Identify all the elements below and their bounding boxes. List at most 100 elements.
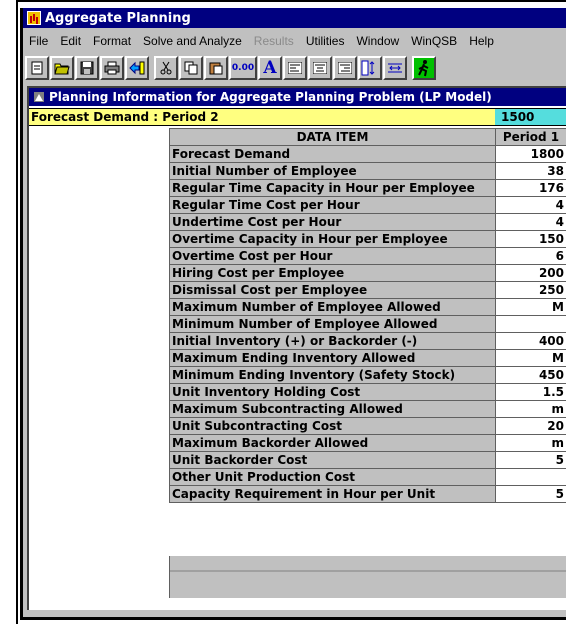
print-button[interactable] xyxy=(100,56,124,80)
period-1-header[interactable]: Period 1 xyxy=(495,128,566,146)
data-item-label: Unit Backorder Cost xyxy=(169,451,496,469)
period-1-cell[interactable] xyxy=(495,315,566,333)
data-item-label: Initial Inventory (+) or Backorder (-) xyxy=(169,332,496,350)
menu-solve-and-analyze[interactable]: Solve and Analyze xyxy=(137,34,248,48)
cut-button[interactable] xyxy=(154,56,178,80)
paste-button[interactable] xyxy=(204,56,228,80)
align-center-button[interactable] xyxy=(308,56,332,80)
period-1-cell[interactable]: 20 xyxy=(495,417,566,435)
data-item-label: Overtime Cost per Hour xyxy=(169,247,496,265)
cell-reference: Forecast Demand : Period 2 xyxy=(31,110,219,124)
cell-edit-bar: Forecast Demand : Period 2 1500 xyxy=(29,108,566,126)
menu-bar: File Edit Format Solve and Analyze Results Ut… xyxy=(23,30,566,52)
new-file-button[interactable] xyxy=(25,56,49,80)
menu-edit[interactable]: Edit xyxy=(54,34,87,48)
period-1-cell[interactable]: 400 xyxy=(495,332,566,350)
align-right-icon xyxy=(338,62,352,74)
period-1-cell[interactable]: 1800 xyxy=(495,145,566,163)
table-row: Maximum Number of Employee Allowed M xyxy=(169,298,566,316)
period-1-cell[interactable]: 4 xyxy=(495,196,566,214)
menu-help[interactable]: Help xyxy=(463,34,500,48)
table-row: Maximum Backorder Allowed m xyxy=(169,434,566,452)
period-1-cell[interactable]: 200 xyxy=(495,264,566,282)
table-row: Unit Backorder Cost 5 xyxy=(169,451,566,469)
period-1-cell[interactable] xyxy=(495,468,566,486)
table-row: Overtime Cost per Hour 6 xyxy=(169,247,566,265)
solve-run-icon xyxy=(418,60,429,77)
table-row: Dismissal Cost per Employee 250 xyxy=(169,281,566,299)
period-1-cell[interactable]: 5 xyxy=(495,451,566,469)
table-row: Capacity Requirement in Hour per Unit 5 xyxy=(169,485,566,503)
period-1-cell[interactable]: m xyxy=(495,400,566,418)
data-item-label: Minimum Ending Inventory (Safety Stock) xyxy=(169,366,496,384)
app-titlebar[interactable]: Aggregate Planning xyxy=(23,8,566,28)
planning-info-title: Planning Information for Aggregate Plann… xyxy=(49,90,492,104)
period-1-cell[interactable]: M xyxy=(495,298,566,316)
menu-winqsb[interactable]: WinQSB xyxy=(405,34,463,48)
period-1-cell[interactable]: m xyxy=(495,434,566,452)
data-item-label: Maximum Number of Employee Allowed xyxy=(169,298,496,316)
period-1-cell[interactable]: 150 xyxy=(495,230,566,248)
period-1-cell[interactable]: 38 xyxy=(495,162,566,180)
data-item-label: Initial Number of Employee xyxy=(169,162,496,180)
menu-window[interactable]: Window xyxy=(350,34,405,48)
period-1-cell[interactable]: 450 xyxy=(495,366,566,384)
save-button[interactable] xyxy=(75,56,99,80)
data-item-label: Maximum Backorder Allowed xyxy=(169,434,496,452)
table-row: Maximum Subcontracting Allowed m xyxy=(169,400,566,418)
table-row: Initial Number of Employee 38 xyxy=(169,162,566,180)
cell-value-input[interactable]: 1500 xyxy=(495,109,566,125)
planning-info-titlebar[interactable]: Planning Information for Aggregate Plann… xyxy=(29,88,566,106)
app-logo-icon xyxy=(27,11,41,25)
toolbar: 0.00 A xyxy=(25,54,566,82)
period-1-cell[interactable]: M xyxy=(495,349,566,367)
data-item-header[interactable]: DATA ITEM xyxy=(169,128,496,146)
switch-icon xyxy=(129,61,145,75)
align-right-button[interactable] xyxy=(333,56,357,80)
period-1-cell[interactable]: 5 xyxy=(495,485,566,503)
open-folder-icon xyxy=(54,63,70,75)
number-format-button[interactable]: 0.00 xyxy=(229,56,257,80)
table-row: Unit Inventory Holding Cost 1.5 xyxy=(169,383,566,401)
menu-results[interactable]: Results xyxy=(248,34,300,48)
table-row: Forecast Demand 1800 xyxy=(169,145,566,163)
menu-format[interactable]: Format xyxy=(87,34,137,48)
table-row: Hiring Cost per Employee 200 xyxy=(169,264,566,282)
align-left-button[interactable] xyxy=(283,56,307,80)
menu-utilities[interactable]: Utilities xyxy=(300,34,351,48)
copy-button[interactable] xyxy=(179,56,203,80)
planning-info-window: Planning Information for Aggregate Plann… xyxy=(27,86,566,610)
print-icon xyxy=(104,61,120,75)
period-1-cell[interactable]: 1.5 xyxy=(495,383,566,401)
period-1-cell[interactable]: 250 xyxy=(495,281,566,299)
data-item-label: Unit Subcontracting Cost xyxy=(169,417,496,435)
column-width-button[interactable] xyxy=(358,56,382,80)
table-row: Regular Time Capacity in Hour per Employ… xyxy=(169,179,566,197)
copy-icon xyxy=(184,61,198,75)
scrollbar-track[interactable] xyxy=(170,570,566,572)
data-item-label: Other Unit Production Cost xyxy=(169,468,496,486)
cut-icon xyxy=(160,61,172,75)
grid-empty-area xyxy=(169,556,566,598)
table-row: Minimum Ending Inventory (Safety Stock) 4… xyxy=(169,366,566,384)
menu-file[interactable]: File xyxy=(23,34,54,48)
switch-button[interactable] xyxy=(125,56,149,80)
period-1-cell[interactable]: 176 xyxy=(495,179,566,197)
data-item-label: Hiring Cost per Employee xyxy=(169,264,496,282)
font-button[interactable]: A xyxy=(258,56,282,80)
open-file-button[interactable] xyxy=(50,56,74,80)
period-1-cell[interactable]: 4 xyxy=(495,213,566,231)
data-item-label: Unit Inventory Holding Cost xyxy=(169,383,496,401)
data-item-label: Regular Time Capacity in Hour per Employ… xyxy=(169,179,496,197)
data-item-label: Maximum Ending Inventory Allowed xyxy=(169,349,496,367)
period-1-cell[interactable]: 6 xyxy=(495,247,566,265)
table-row: Maximum Ending Inventory Allowed M xyxy=(169,349,566,367)
row-height-button[interactable] xyxy=(383,56,407,80)
number-format-icon: 0.00 xyxy=(231,63,255,73)
solve-button[interactable] xyxy=(412,56,436,80)
font-icon: A xyxy=(263,58,277,78)
new-file-icon xyxy=(31,61,43,75)
table-row: Overtime Capacity in Hour per Employee 15… xyxy=(169,230,566,248)
grid-header-row: DATA ITEM Period 1 xyxy=(169,128,566,146)
table-row: Regular Time Cost per Hour 4 xyxy=(169,196,566,214)
